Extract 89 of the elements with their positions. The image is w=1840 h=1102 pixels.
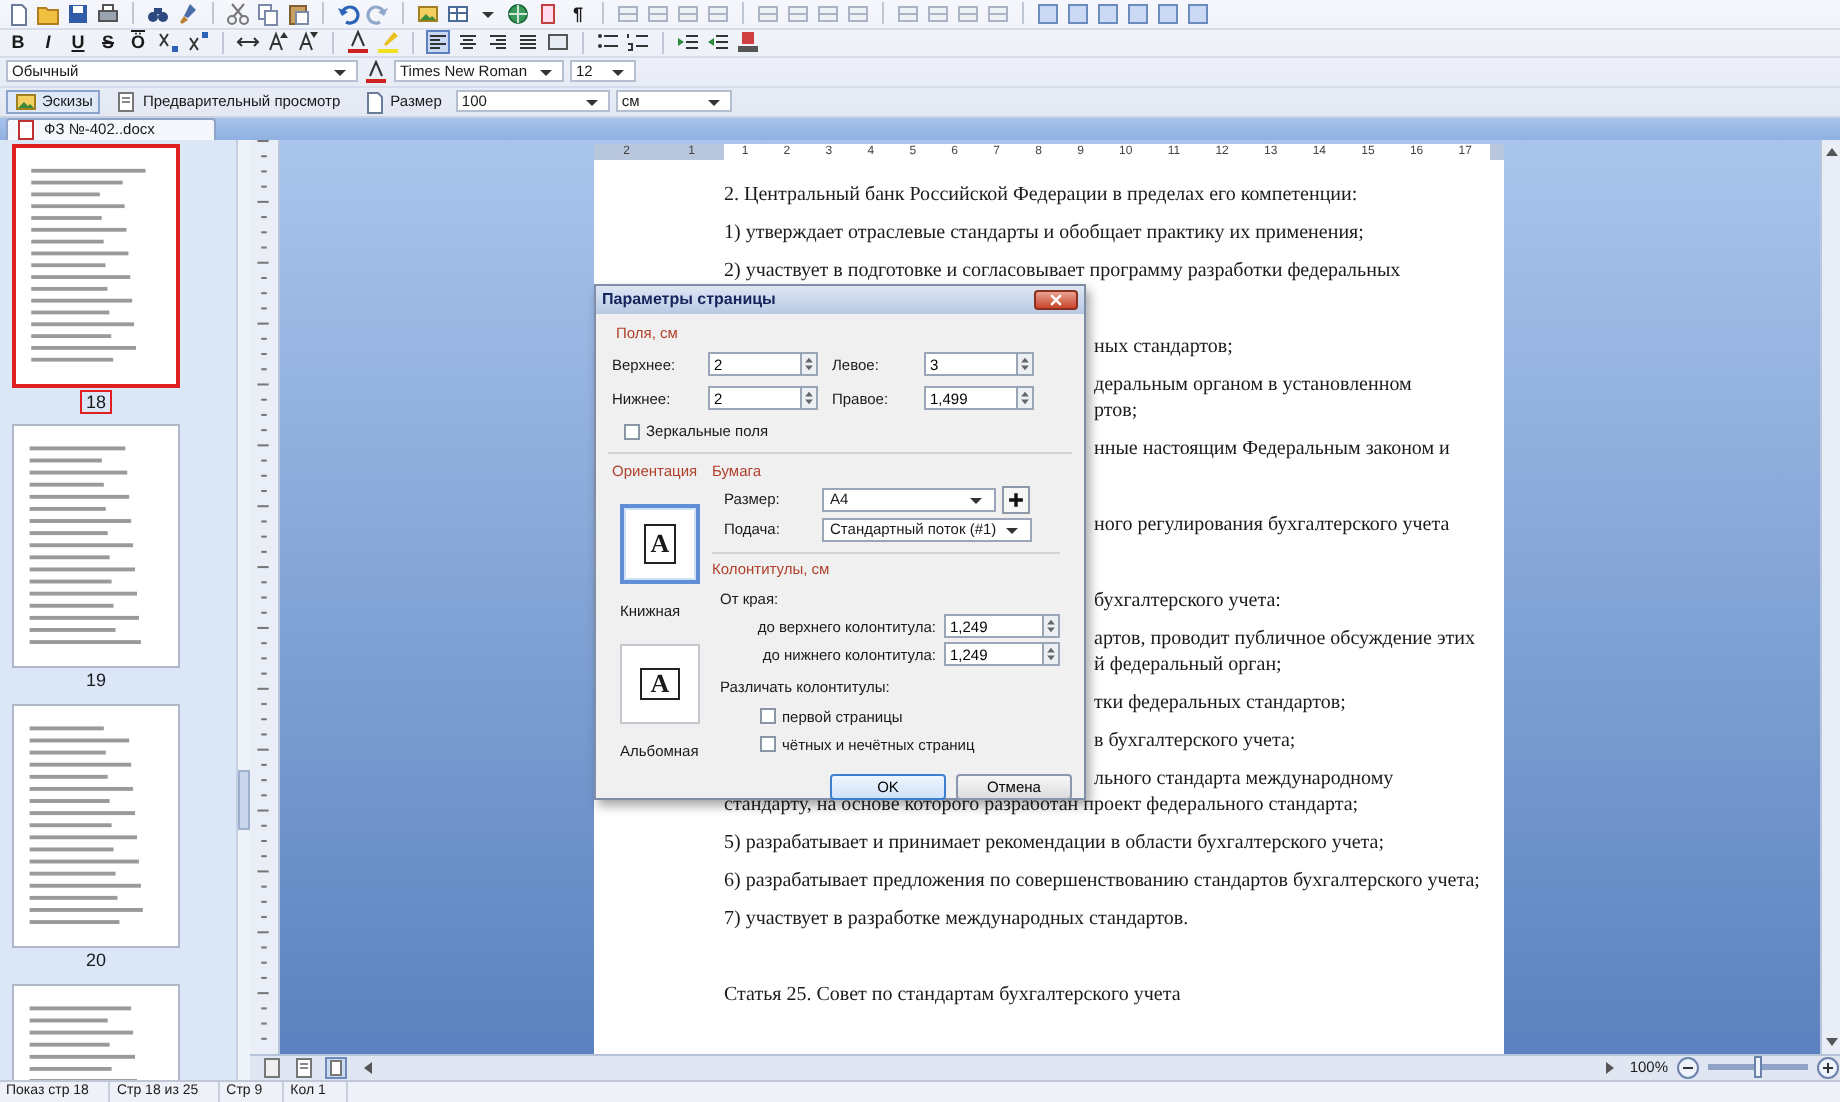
numbered-list-icon[interactable] — [626, 30, 650, 55]
text-fragment: ртов; — [1094, 400, 1138, 422]
table-icon[interactable] — [446, 1, 470, 26]
spin-buttons[interactable] — [1042, 614, 1060, 639]
text-fragment: й федеральный орган; — [1094, 654, 1282, 676]
paragraph-text: Статья 25. Совет по стандартам бухгалтерского учета — [724, 984, 1181, 1006]
text-fragment: артов, проводит публичное обсуждение этих — [1094, 628, 1475, 650]
checkbox[interactable] — [760, 736, 776, 753]
page-thumbnail[interactable] — [12, 704, 180, 948]
font-color-icon[interactable] — [346, 30, 370, 55]
spin-buttons[interactable] — [1016, 386, 1034, 411]
justify-icon[interactable] — [516, 30, 540, 55]
button-icon — [14, 89, 38, 114]
page-thumbnail[interactable] — [12, 424, 180, 668]
format-button[interactable]: B — [6, 30, 30, 55]
stamp-icon[interactable] — [736, 30, 760, 55]
zoom-in-icon[interactable] — [1816, 1055, 1840, 1079]
text-fragment: льного стандарта международному — [1094, 768, 1394, 790]
frame-icon[interactable] — [1126, 1, 1150, 26]
indent-icon[interactable] — [676, 30, 700, 55]
page-view-icon[interactable] — [324, 1055, 348, 1079]
font-grow-icon[interactable] — [266, 30, 290, 55]
spin-buttons[interactable] — [800, 386, 818, 411]
pilcrow-button[interactable]: ¶ — [566, 1, 590, 26]
scissors-icon[interactable] — [226, 1, 250, 26]
text-fragment: в бухгалтерского учета; — [1094, 730, 1296, 752]
button-icon — [362, 89, 387, 114]
text-fragment: тки федеральных стандартов; — [1094, 692, 1346, 714]
dialog-title: Параметры страницы — [602, 288, 776, 312]
border-icon[interactable] — [546, 30, 570, 55]
undo-icon[interactable] — [336, 1, 360, 26]
text-fragment: ных стандартов; — [1094, 336, 1233, 358]
text-fragment: бухгалтерского учета: — [1094, 590, 1281, 612]
font-shrink-icon[interactable] — [296, 30, 320, 55]
scroll-bar[interactable] — [236, 140, 250, 1079]
orientation-button[interactable]: A — [620, 503, 700, 584]
scroll-bar[interactable] — [1820, 140, 1840, 1053]
printer-icon[interactable] — [96, 1, 120, 26]
superscript-icon[interactable] — [186, 30, 210, 55]
spin-buttons[interactable] — [800, 352, 818, 377]
format-button[interactable]: U — [66, 30, 90, 55]
text-fragment: деральным органом в установленном — [1094, 374, 1412, 396]
page-icon[interactable] — [536, 1, 560, 26]
align-center-icon[interactable] — [456, 30, 480, 55]
frame-icon[interactable] — [1156, 1, 1180, 26]
spin-buttons[interactable] — [1042, 642, 1060, 667]
page-number: 20 — [85, 948, 106, 974]
frame-icon[interactable] — [1036, 1, 1060, 26]
zoom-out-icon[interactable] — [1676, 1055, 1700, 1079]
page-number: 18 — [79, 390, 112, 414]
page-view-icon[interactable] — [260, 1055, 284, 1079]
font-icon[interactable] — [364, 59, 388, 84]
paragraph-text: 2. Центральный банк Российской Федерации в пределах его компетенции: — [724, 184, 1358, 206]
document-icon — [14, 118, 38, 142]
page-number: 19 — [85, 668, 106, 694]
folder-icon[interactable] — [36, 1, 60, 26]
checkbox[interactable] — [760, 708, 776, 725]
picture-icon[interactable] — [416, 1, 440, 26]
align-right-icon[interactable] — [486, 30, 510, 55]
paragraph-text: 7) участвует в разработке международных стандартов. — [724, 908, 1189, 930]
save-icon[interactable] — [66, 1, 90, 26]
add-button[interactable] — [1002, 485, 1030, 514]
page-thumbnail[interactable] — [12, 144, 180, 388]
paragraph-text: 1) утверждает отраслевые стандарты и обобщает практику их применения; — [724, 222, 1364, 244]
new-document-icon[interactable] — [6, 1, 30, 26]
subscript-icon[interactable] — [156, 30, 180, 55]
format-button[interactable]: I — [36, 30, 60, 55]
frame-icon[interactable] — [1096, 1, 1120, 26]
spin-buttons[interactable] — [1016, 352, 1034, 377]
frame-icon[interactable] — [1186, 1, 1210, 26]
close-button[interactable] — [1034, 290, 1078, 310]
format-button[interactable]: S — [96, 30, 120, 55]
frame-icon[interactable] — [1066, 1, 1090, 26]
paragraph-text: 6) разрабатывает предложения по совершенствованию стандартов бухгалтерского учета; — [724, 870, 1480, 892]
brush-icon[interactable] — [176, 1, 200, 26]
paragraph-text: 5) разрабатывает и принимает рекомендации в области бухгалтерского учета; — [724, 832, 1385, 854]
format-button[interactable]: Ö — [126, 30, 150, 55]
globe-icon[interactable] — [506, 1, 530, 26]
paragraph-text: 2) участвует в подготовке и согласовывает программу разработки федеральных — [724, 260, 1401, 282]
clipboard-icon[interactable] — [286, 1, 310, 26]
align-left-icon[interactable] — [426, 30, 450, 55]
text-fragment: ного регулирования бухгалтерского учета — [1094, 514, 1450, 536]
checkbox[interactable] — [624, 423, 640, 440]
page-view-icon[interactable] — [292, 1055, 316, 1079]
text-fragment: нные настоящим Федеральным законом и — [1094, 438, 1450, 460]
button-icon — [114, 89, 139, 114]
slider-thumb[interactable] — [1754, 1056, 1762, 1078]
orientation-button[interactable]: A — [620, 644, 700, 724]
outdent-icon[interactable] — [706, 30, 730, 55]
